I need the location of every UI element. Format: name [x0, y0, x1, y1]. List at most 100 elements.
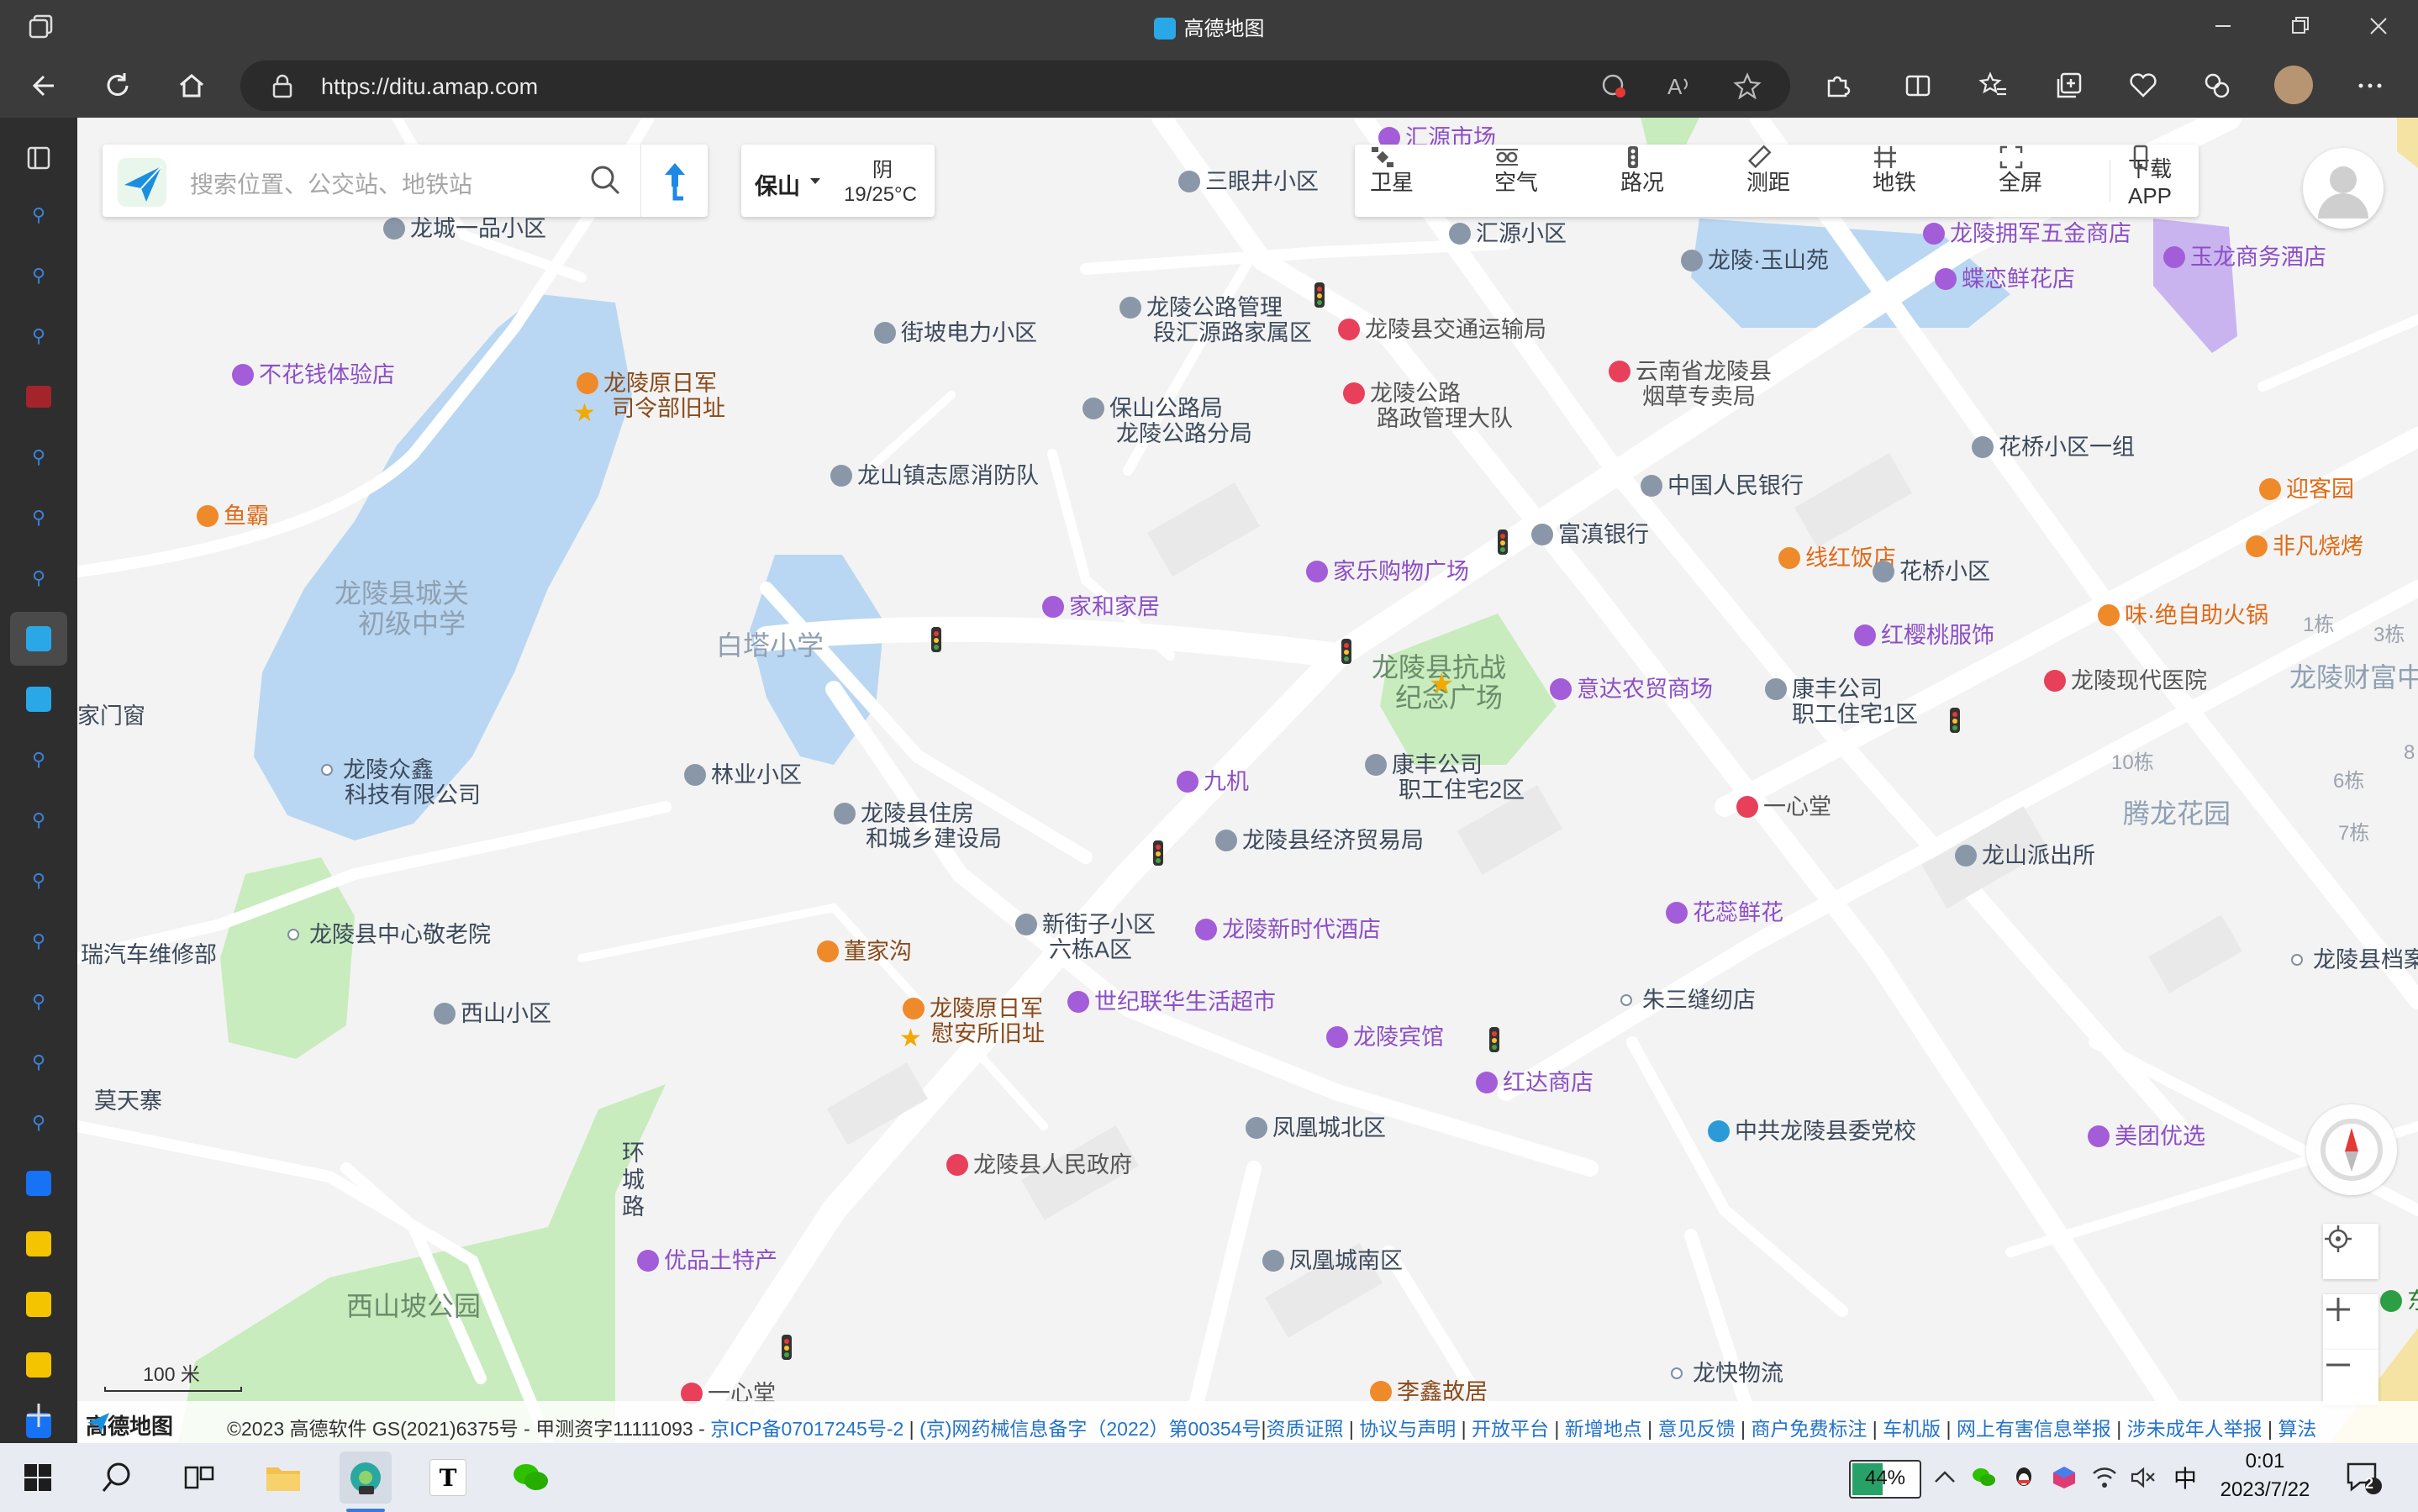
- footer-link[interactable]: 协议与声明: [1359, 1418, 1456, 1440]
- poi-label[interactable]: 保山公路局: [1083, 395, 1223, 422]
- poi-label[interactable]: 非凡烧烤: [2246, 533, 2363, 560]
- download-app-button[interactable]: 下载APP: [2128, 145, 2199, 217]
- tab-search-icon[interactable]: ⚲: [22, 864, 55, 898]
- poi-label[interactable]: 迎客园: [2259, 476, 2354, 503]
- tab-search-icon[interactable]: ⚲: [22, 1046, 55, 1079]
- poi-label[interactable]: 康丰公司: [1765, 676, 1883, 703]
- copilot-icon[interactable]: [2200, 69, 2234, 103]
- tab-red-site-icon[interactable]: [22, 380, 55, 414]
- task-view-icon[interactable]: [173, 1451, 225, 1504]
- poi-label[interactable]: 龙陵宾馆: [1326, 1024, 1444, 1051]
- profile-avatar[interactable]: [2274, 66, 2313, 104]
- poi-label[interactable]: 龙陵·玉山苑: [1681, 247, 1829, 274]
- poi-label[interactable]: 意达农贸商场: [1550, 676, 1713, 703]
- poi-label[interactable]: 玉龙商务酒店: [2163, 244, 2326, 271]
- poi-label[interactable]: 龙快物流: [1671, 1360, 1783, 1387]
- poi-label[interactable]: 龙陵众鑫: [321, 756, 434, 783]
- edge-dev-icon[interactable]: [340, 1451, 392, 1504]
- footer-link[interactable]: 算法: [2278, 1418, 2316, 1440]
- footer-link[interactable]: (京)网药械信息备字（2022）第00354号: [919, 1418, 1261, 1440]
- tab-search-icon[interactable]: ⚲: [22, 925, 55, 958]
- footer-link[interactable]: 涉未成年人举报: [2127, 1418, 2263, 1440]
- poi-label[interactable]: 富滇银行: [1531, 521, 1649, 548]
- landmark-star-icon[interactable]: ★: [1429, 667, 1454, 701]
- poi-label[interactable]: 红樱桃服饰: [1854, 622, 1994, 649]
- poi-label[interactable]: 龙山派出所: [1955, 842, 2095, 869]
- footer-link[interactable]: 网上有害信息举报: [1957, 1418, 2111, 1440]
- poi-label[interactable]: 红达商店: [1476, 1069, 1594, 1096]
- speaker-muted-icon[interactable]: [2126, 1451, 2160, 1504]
- poi-label[interactable]: 龙陵现代医院: [2044, 667, 2207, 694]
- poi-label[interactable]: 优品土特产: [637, 1247, 777, 1274]
- extensions-icon[interactable]: [1820, 69, 1854, 103]
- poi-label[interactable]: 汇源小区: [1449, 220, 1567, 247]
- wechat-tray-icon[interactable]: [1967, 1451, 2000, 1504]
- poi-label[interactable]: 不花钱体验店: [232, 361, 395, 388]
- poi-label[interactable]: 龙陵县人民政府: [946, 1151, 1132, 1178]
- tab-zhihu-icon[interactable]: [22, 1167, 55, 1200]
- fullscreen-button[interactable]: 全屏: [1999, 145, 2042, 217]
- poi-label[interactable]: 龙陵县中心敬老院: [287, 921, 491, 948]
- footer-link[interactable]: 车机版: [1883, 1418, 1941, 1440]
- poi-label[interactable]: 中国人民银行: [1641, 472, 1804, 499]
- back-icon[interactable]: [27, 69, 61, 103]
- tab-search-icon[interactable]: ⚲: [22, 743, 55, 777]
- wechat-icon[interactable]: [504, 1451, 556, 1504]
- poi-label[interactable]: 鱼霸: [197, 503, 269, 529]
- footer-logo[interactable]: 高德地图: [86, 1409, 173, 1441]
- poi-label[interactable]: 街坡电力小区: [874, 319, 1037, 346]
- landmark-star-icon[interactable]: ★: [573, 398, 596, 428]
- poi-label[interactable]: 家和家居: [1042, 593, 1160, 620]
- poi-label[interactable]: 世纪联华生活超市: [1067, 988, 1276, 1015]
- landmark-star-icon[interactable]: ★: [899, 1024, 922, 1053]
- restore-icon[interactable]: [2288, 13, 2313, 45]
- poi-label[interactable]: 凤凰城南区: [1262, 1247, 1403, 1274]
- poi-label[interactable]: 家乐购物广场: [1306, 558, 1469, 585]
- tab-search-icon[interactable]: ⚲: [22, 319, 55, 353]
- poi-label[interactable]: 龙山镇志愿消防队: [830, 462, 1039, 489]
- tab-search-icon[interactable]: ⚲: [22, 501, 55, 535]
- chevron-up-icon[interactable]: [1928, 1451, 1962, 1504]
- footer-link[interactable]: 新增地点: [1565, 1418, 1642, 1440]
- poi-label[interactable]: 朱三缝纫店: [1620, 987, 1756, 1014]
- poi-label[interactable]: 花蕊鲜花: [1666, 899, 1783, 926]
- poi-label[interactable]: 龙陵县经济贸易局: [1215, 827, 1424, 854]
- close-icon[interactable]: [2366, 13, 2391, 45]
- notification-center-icon[interactable]: 2: [2340, 1451, 2387, 1504]
- tab-panel-icon[interactable]: [22, 141, 55, 175]
- footer-link[interactable]: 京ICP备07017245号-2: [710, 1418, 903, 1440]
- home-icon[interactable]: [175, 69, 208, 103]
- typora-icon[interactable]: T: [422, 1451, 474, 1504]
- refresh-icon[interactable]: [101, 69, 134, 103]
- poi-label[interactable]: 中共龙陵县委党校: [1708, 1118, 1916, 1145]
- file-explorer-icon[interactable]: [257, 1451, 309, 1504]
- poi-label[interactable]: 林业小区: [684, 761, 802, 788]
- tab-search-icon[interactable]: ⚲: [22, 1106, 55, 1140]
- measure-button[interactable]: 测距: [1746, 145, 1790, 217]
- poi-label[interactable]: 龙陵新时代酒店: [1195, 916, 1381, 943]
- tab-s-site-icon[interactable]: [22, 1288, 55, 1321]
- poi-label[interactable]: 云南省龙陵县: [1609, 358, 1772, 385]
- poi-label[interactable]: 龙陵原日军: [903, 995, 1043, 1022]
- more-menu-icon[interactable]: [2353, 69, 2387, 103]
- poi-label[interactable]: 蝶恋鲜花店: [1935, 266, 2075, 292]
- battery-indicator[interactable]: 44%: [1849, 1460, 1921, 1499]
- tab-search-icon[interactable]: ⚲: [22, 561, 55, 595]
- zoom-in-button[interactable]: [2323, 1294, 2378, 1350]
- collections-icon[interactable]: [2052, 69, 2086, 103]
- poi-label[interactable]: 花桥小区: [1873, 558, 1990, 585]
- poi-label[interactable]: 瑞汽车维修部: [81, 941, 217, 968]
- poi-label[interactable]: 龙陵拥军五金商店: [1923, 220, 2131, 247]
- poi-label[interactable]: 家门窗: [77, 703, 145, 730]
- footer-link[interactable]: 意见反馈: [1658, 1418, 1736, 1440]
- zoom-out-button[interactable]: [2323, 1350, 2378, 1405]
- poi-label[interactable]: 龙陵县住房: [834, 800, 974, 827]
- poi-label[interactable]: 三眼井小区: [1178, 168, 1319, 195]
- ime-indicator[interactable]: 中: [2167, 1451, 2204, 1504]
- poi-label[interactable]: 龙陵公路: [1343, 380, 1461, 407]
- wifi-icon[interactable]: [2088, 1451, 2121, 1504]
- read-aloud-icon[interactable]: A: [1666, 72, 1694, 103]
- poi-label[interactable]: 九机: [1177, 768, 1249, 795]
- search-input[interactable]: 搜索位置、公交站、地铁站: [190, 166, 472, 200]
- poi-label[interactable]: 新街子小区: [1015, 911, 1156, 938]
